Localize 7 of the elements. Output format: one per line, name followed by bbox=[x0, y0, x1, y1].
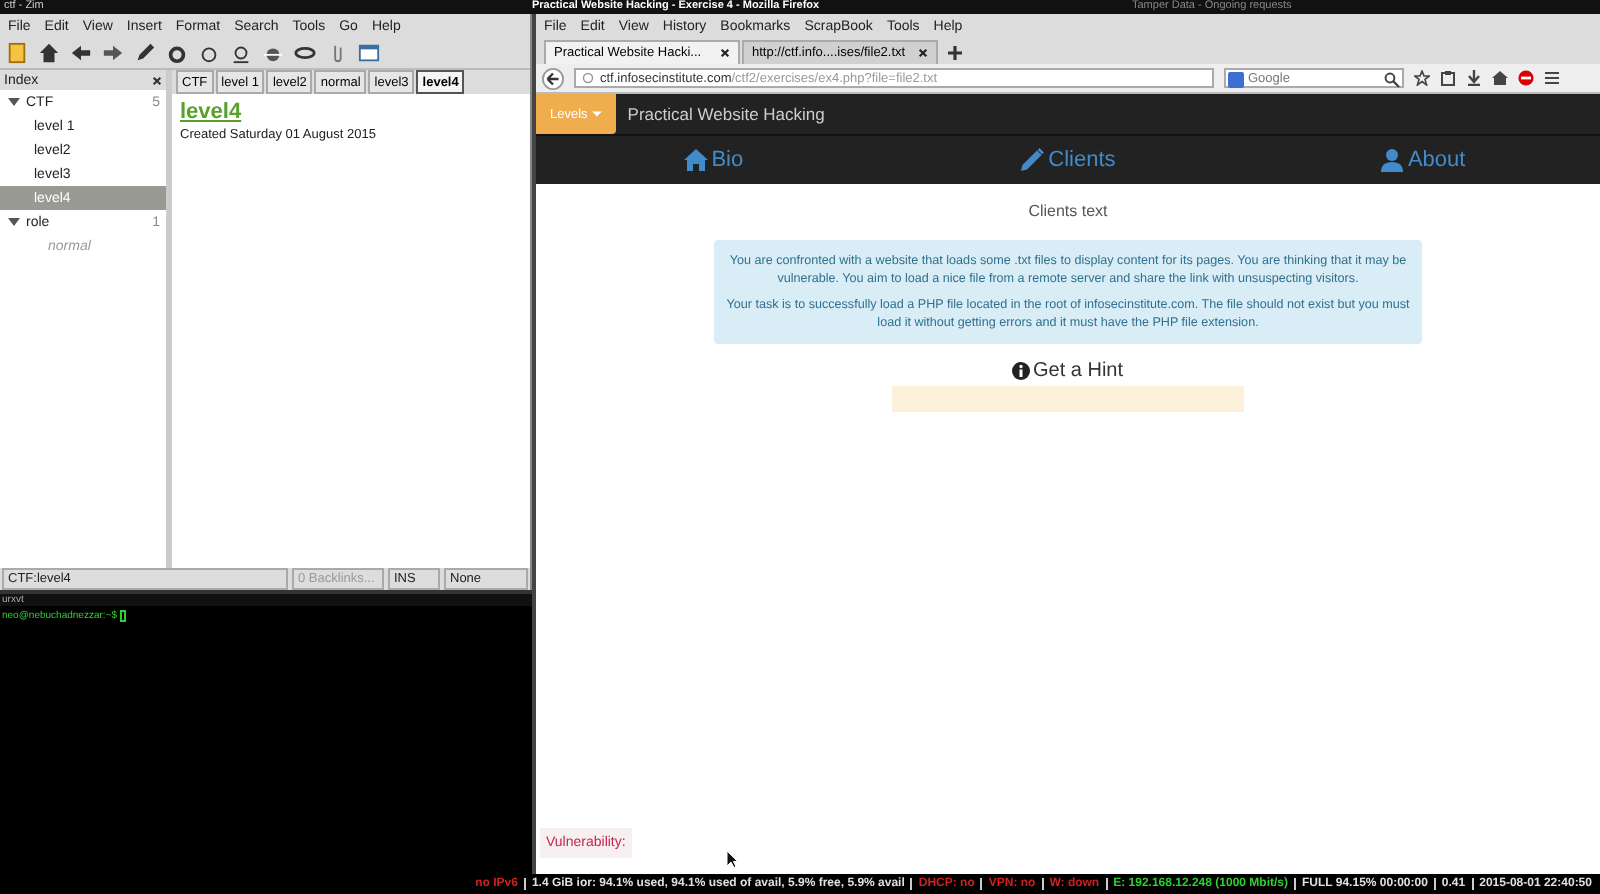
nav-link[interactable]: Clients bbox=[1020, 148, 1116, 172]
nav-link[interactable]: Bio bbox=[683, 148, 744, 172]
page-title: level4 bbox=[180, 100, 242, 124]
site-title[interactable]: Practical Website Hacking bbox=[627, 104, 825, 124]
section-heading: Clients text bbox=[1028, 202, 1108, 220]
nav-link[interactable]: About bbox=[1379, 148, 1466, 172]
hint-link[interactable]: Get a Hint bbox=[1032, 360, 1124, 382]
